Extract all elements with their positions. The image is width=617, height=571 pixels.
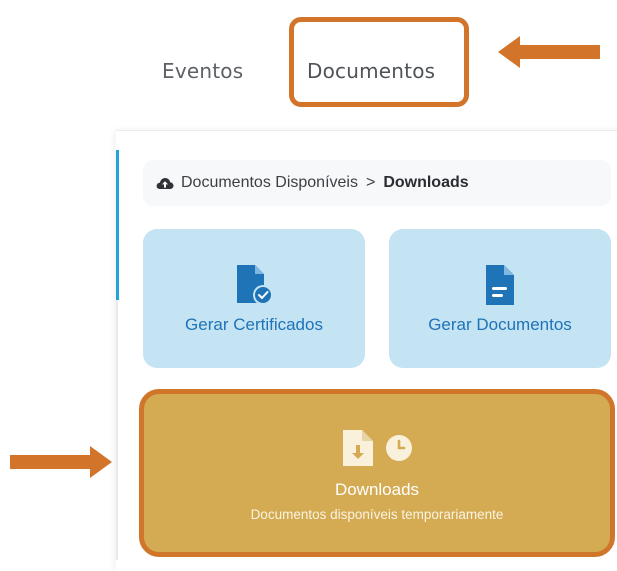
- breadcrumb: Documentos Disponíveis > Downloads: [143, 160, 611, 206]
- gerar-documentos-label: Gerar Documentos: [428, 315, 572, 334]
- downloads-subtitle: Documentos disponíveis temporariamente: [250, 507, 504, 522]
- breadcrumb-separator: >: [365, 174, 376, 191]
- panel-divider: [116, 300, 118, 560]
- downloads-title: Downloads: [334, 480, 420, 499]
- gerar-documentos-card[interactable]: Gerar Documentos: [389, 229, 611, 368]
- file-download-icon: [341, 428, 375, 473]
- highlight-box-documentos-tab: [289, 17, 469, 107]
- downloads-card[interactable]: Downloads Documentos disponíveis tempora…: [139, 389, 615, 557]
- tab-eventos[interactable]: Eventos: [162, 59, 243, 83]
- arrow-left-annotation-icon: [498, 36, 600, 68]
- arrow-right-annotation-icon: [10, 446, 112, 478]
- cloud-upload-icon: [155, 173, 175, 193]
- clock-icon: [385, 434, 413, 467]
- panel-accent-bar: [116, 150, 119, 300]
- certificate-file-icon: [234, 263, 274, 312]
- gerar-certificados-label: Gerar Certificados: [185, 315, 323, 334]
- document-icon: [484, 263, 516, 312]
- downloads-icons: [341, 428, 413, 473]
- breadcrumb-documentos-disponiveis[interactable]: Documentos Disponíveis: [181, 174, 358, 192]
- gerar-certificados-card[interactable]: Gerar Certificados: [143, 229, 365, 368]
- breadcrumb-current: Downloads: [383, 174, 469, 191]
